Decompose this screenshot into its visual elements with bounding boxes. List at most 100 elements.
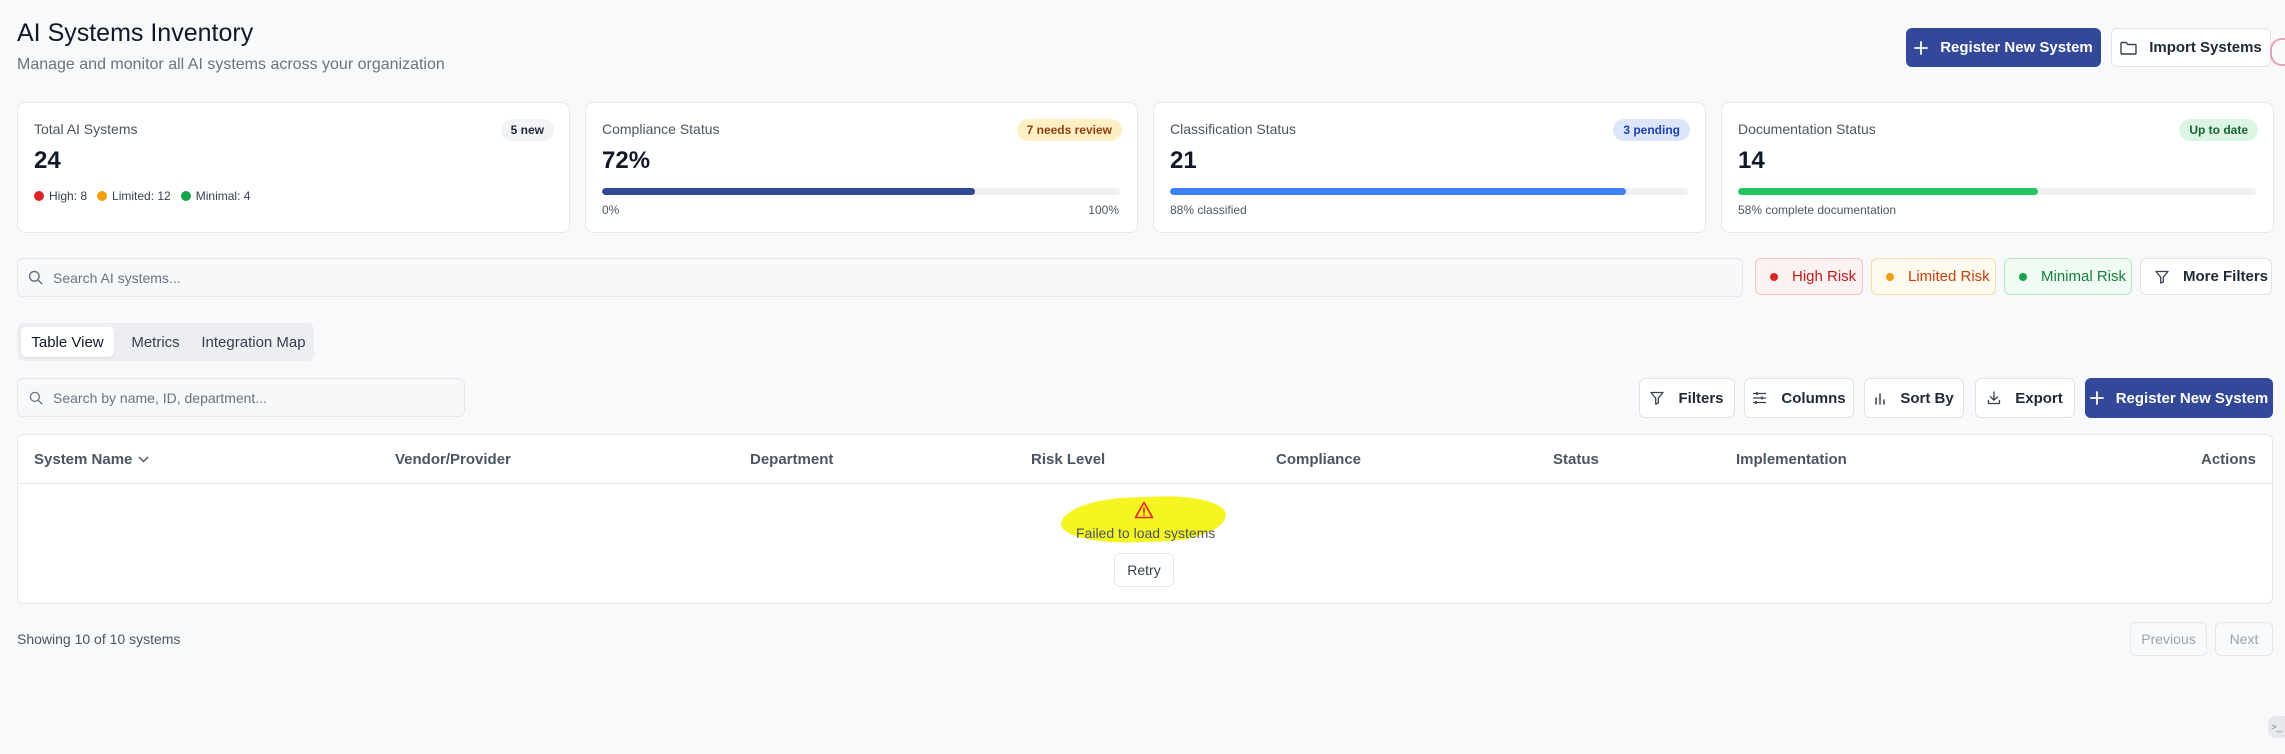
filter-icon xyxy=(2155,270,2169,284)
headphones-icon[interactable] xyxy=(2270,38,2285,66)
classification-value: 21 xyxy=(1170,147,1197,174)
column-actions: Actions xyxy=(2200,451,2256,468)
legend-high-label: High: 8 xyxy=(49,189,88,203)
column-risk-level[interactable]: Risk Level xyxy=(1031,451,1105,468)
documentation-value: 14 xyxy=(1738,147,1765,174)
column-department[interactable]: Department xyxy=(750,451,833,468)
progress-min-label: 0% xyxy=(602,203,620,217)
column-implementation[interactable]: Implementation xyxy=(1736,451,1847,468)
register-label: Register New System xyxy=(2115,389,2269,407)
bar-chart-icon xyxy=(1874,392,1886,405)
tab-table-view[interactable]: Table View xyxy=(21,327,114,357)
retry-button[interactable]: Retry xyxy=(1114,553,1174,587)
new-badge: 5 new xyxy=(500,119,554,141)
classification-progress-fill xyxy=(1170,188,1626,195)
compliance-value: 72% xyxy=(602,147,651,174)
legend-limited-label: Limited: 12 xyxy=(112,189,171,203)
search-icon xyxy=(28,270,43,285)
showing-count: Showing 10 of 10 systems xyxy=(17,631,181,647)
compliance-progress-fill xyxy=(602,188,975,195)
legend-limited: Limited: 12 xyxy=(97,189,171,203)
high-risk-filter[interactable]: High Risk xyxy=(1755,258,1863,295)
table-search-placeholder: Search by name, ID, department... xyxy=(53,389,267,406)
previous-button[interactable]: Previous xyxy=(2130,622,2207,656)
page-subtitle: Manage and monitor all AI systems across… xyxy=(17,56,445,73)
more-filters-label: More Filters xyxy=(2183,268,2269,285)
table-search-input[interactable]: Search by name, ID, department... xyxy=(17,378,465,417)
columns-button[interactable]: Columns xyxy=(1744,378,1854,418)
column-system-name[interactable]: System Name xyxy=(34,451,149,468)
plus-icon xyxy=(1914,40,1929,55)
legend-minimal: Minimal: 4 xyxy=(180,189,251,203)
search-icon xyxy=(29,391,43,405)
sort-by-label: Sort By xyxy=(1900,389,1954,407)
alert-triangle-icon xyxy=(1134,501,1154,519)
legend-high: High: 8 xyxy=(34,189,87,203)
chevron-down-icon xyxy=(138,456,149,463)
classification-foot: 88% classified xyxy=(1170,203,1247,217)
more-filters-button[interactable]: More Filters xyxy=(2140,258,2272,295)
column-status[interactable]: Status xyxy=(1553,451,1599,468)
tab-metrics[interactable]: Metrics xyxy=(118,327,193,357)
card-title: Total AI Systems xyxy=(34,121,138,137)
red-dot-icon xyxy=(1770,272,1778,281)
column-label: System Name xyxy=(34,451,133,468)
search-placeholder: Search AI systems... xyxy=(53,269,181,286)
search-ai-systems[interactable]: Search AI systems... xyxy=(17,258,1743,297)
orange-dot-icon xyxy=(1886,272,1894,281)
register-new-system-button-toolbar[interactable]: Register New System xyxy=(2085,378,2273,418)
table-header: System Name Vendor/Provider Department R… xyxy=(18,435,2272,484)
orange-dot-icon xyxy=(97,191,108,201)
columns-label: Columns xyxy=(1781,389,1846,407)
documentation-progress-track xyxy=(1738,188,2256,195)
import-label: Import Systems xyxy=(2149,39,2262,56)
documentation-progress-fill xyxy=(1738,188,2039,195)
total-count: 24 xyxy=(34,147,61,174)
documentation-card: Documentation Status Up to date 14 58% c… xyxy=(1721,102,2274,233)
filter-icon xyxy=(1650,391,1665,405)
sliders-icon xyxy=(1752,391,1767,405)
documentation-foot: 58% complete documentation xyxy=(1738,203,1897,217)
total-systems-card: Total AI Systems 5 new 24 High: 8 Limite… xyxy=(17,102,570,233)
risk-legend: High: 8 Limited: 12 Minimal: 4 xyxy=(34,189,250,203)
export-label: Export xyxy=(2015,389,2063,407)
green-dot-icon xyxy=(2019,272,2027,281)
pending-badge: 3 pending xyxy=(1613,119,1690,141)
register-new-system-button[interactable]: Register New System xyxy=(1906,28,2101,67)
compliance-card: Compliance Status 7 needs review 72% 0% … xyxy=(585,102,1138,233)
high-risk-label: High Risk xyxy=(1792,268,1857,285)
filters-button[interactable]: Filters xyxy=(1639,378,1735,418)
column-vendor[interactable]: Vendor/Provider xyxy=(395,451,511,468)
download-icon xyxy=(1987,391,2001,405)
view-tabs: Table View Metrics Integration Map xyxy=(17,323,314,361)
import-systems-button[interactable]: Import Systems xyxy=(2111,28,2271,67)
card-title: Documentation Status xyxy=(1738,121,1876,137)
review-badge: 7 needs review xyxy=(1016,119,1122,141)
column-compliance[interactable]: Compliance xyxy=(1276,451,1361,468)
card-title: Compliance Status xyxy=(602,121,720,137)
classification-progress-track xyxy=(1170,188,1688,195)
green-dot-icon xyxy=(180,191,191,201)
classification-card: Classification Status 3 pending 21 88% c… xyxy=(1153,102,1706,233)
folder-icon xyxy=(2120,41,2137,55)
error-message: Failed to load systems xyxy=(1076,525,1216,541)
legend-minimal-label: Minimal: 4 xyxy=(195,189,251,203)
minimal-risk-label: Minimal Risk xyxy=(2041,268,2127,285)
progress-max-label: 100% xyxy=(1088,203,1119,217)
register-label: Register New System xyxy=(1940,39,2093,56)
red-dot-icon xyxy=(34,191,44,201)
page-title: AI Systems Inventory xyxy=(17,19,254,47)
tab-integration-map[interactable]: Integration Map xyxy=(197,327,310,357)
sort-by-button[interactable]: Sort By xyxy=(1864,378,1964,418)
plus-icon xyxy=(2089,391,2104,405)
up-to-date-badge: Up to date xyxy=(2179,119,2258,141)
card-title: Classification Status xyxy=(1170,121,1297,137)
limited-risk-filter[interactable]: Limited Risk xyxy=(1871,258,1996,295)
compliance-progress-track xyxy=(602,188,1120,195)
limited-risk-label: Limited Risk xyxy=(1908,268,1990,285)
minimal-risk-filter[interactable]: Minimal Risk xyxy=(2004,258,2132,295)
filters-label: Filters xyxy=(1678,389,1724,407)
widget-icon[interactable]: >_ xyxy=(2268,716,2285,738)
export-button[interactable]: Export xyxy=(1975,378,2075,418)
next-button[interactable]: Next xyxy=(2215,622,2273,656)
